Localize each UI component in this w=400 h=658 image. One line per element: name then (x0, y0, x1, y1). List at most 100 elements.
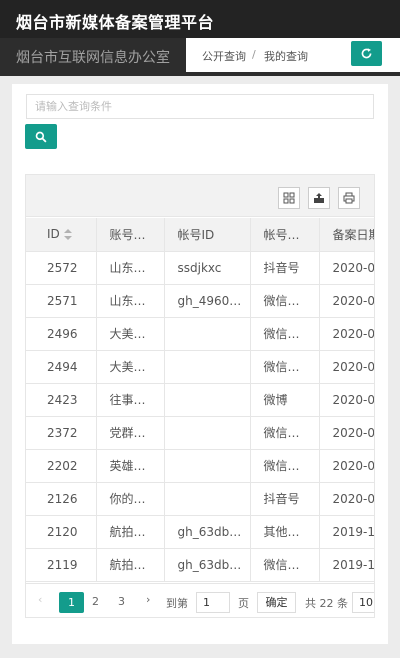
cell-record-date: 2020-01 (319, 449, 374, 483)
pagination: ‹ 1 2 3 › 到第 页 确定 共 22 条 10 条 (26, 583, 374, 617)
app-header: 烟台市新媒体备案管理平台 (0, 0, 400, 38)
refresh-icon (361, 48, 372, 59)
cell-account-name: 山东… (96, 251, 165, 285)
cell-account-name: 英雄… (96, 449, 165, 483)
cell-account-id (164, 317, 251, 351)
table-header-row: ID 账号… 帐号ID 帐号… 备案日期 (26, 218, 374, 252)
cell-id: 2126 (26, 482, 97, 516)
search-icon (35, 131, 47, 143)
column-header-account-name: 账号… (96, 218, 165, 252)
cell-id: 2496 (26, 317, 97, 351)
cell-account-id: gh_4960… (164, 284, 251, 318)
cell-record-date: 2020-07 (319, 383, 374, 417)
cell-account-type: 微信… (250, 449, 320, 483)
cell-account-type: 微博 (250, 383, 320, 417)
cell-record-date: 2020-08 (319, 284, 374, 318)
table-row[interactable]: 2571山东…gh_4960…微信…2020-08 (26, 284, 374, 318)
cell-account-id (164, 383, 251, 417)
table-toolbar (26, 175, 374, 217)
cell-account-name: 你的… (96, 482, 165, 516)
goto-label: 到第 (166, 597, 188, 610)
breadcrumb-my-query[interactable]: 我的查询 (264, 48, 308, 64)
column-header-id[interactable]: ID (26, 218, 97, 252)
page-2[interactable]: 2 (92, 595, 99, 608)
cell-id: 2423 (26, 383, 97, 417)
cell-id: 2571 (26, 284, 97, 318)
next-page-icon[interactable]: › (146, 593, 150, 606)
cell-account-id (164, 449, 251, 483)
data-table: ID 账号… 帐号ID 帐号… 备案日期 2572山东…ssdjkxc抖音号20… (25, 174, 375, 618)
cell-account-name: 大美… (96, 350, 165, 384)
print-icon (343, 192, 355, 204)
cell-id: 2202 (26, 449, 97, 483)
app-title: 烟台市新媒体备案管理平台 (16, 13, 215, 32)
table-row[interactable]: 2119航拍…gh_63db…微信…2019-12 (26, 548, 374, 582)
search-input[interactable] (26, 94, 374, 119)
page-size-select[interactable]: 10 条 (352, 592, 374, 613)
cell-record-date: 2020-01 (319, 482, 374, 516)
cell-account-type: 微信… (250, 284, 320, 318)
cell-account-name: 大美… (96, 317, 165, 351)
cell-record-date: 2020-07 (319, 317, 374, 351)
columns-filter-button[interactable] (278, 187, 300, 209)
table-row[interactable]: 2496大美… 微信…2020-07 (26, 317, 374, 351)
search-button[interactable] (25, 124, 57, 149)
cell-account-name: 党群… (96, 416, 165, 450)
cell-record-date: 2019-12 (319, 515, 374, 549)
page-3[interactable]: 3 (118, 595, 125, 608)
column-header-account-id: 帐号ID (164, 218, 251, 252)
cell-account-id (164, 350, 251, 384)
table-row[interactable]: 2423往事… 微博2020-07 (26, 383, 374, 417)
export-icon (314, 193, 324, 203)
cell-account-id: gh_63db… (164, 548, 251, 582)
cell-account-type: 微信… (250, 350, 320, 384)
total-count: 共 22 条 (305, 597, 348, 610)
cell-account-type: 微信… (250, 548, 320, 582)
sort-icon[interactable] (63, 228, 72, 241)
cell-account-type: 微信… (250, 317, 320, 351)
cell-account-type: 微信… (250, 416, 320, 450)
print-button[interactable] (338, 187, 360, 209)
table-row[interactable]: 2202英雄… 微信…2020-01 (26, 449, 374, 483)
cell-id: 2494 (26, 350, 97, 384)
goto-confirm-button[interactable]: 确定 (257, 592, 296, 613)
columns-icon (283, 192, 295, 204)
refresh-button[interactable] (351, 41, 382, 66)
column-label: ID (47, 227, 60, 242)
cell-account-name: 航拍… (96, 515, 165, 549)
cell-record-date: 2019-12 (319, 548, 374, 582)
table-row[interactable]: 2120航拍…gh_63db…其他…2019-12 (26, 515, 374, 549)
breadcrumb-public-query[interactable]: 公开查询 (202, 48, 246, 64)
export-button[interactable] (308, 187, 330, 209)
page-unit-label: 页 (238, 597, 249, 610)
column-header-record-date: 备案日期 (319, 218, 374, 252)
cell-id: 2120 (26, 515, 97, 549)
cell-account-type: 其他… (250, 515, 320, 549)
goto-page-input[interactable] (196, 592, 230, 613)
table-row[interactable]: 2126你的… 抖音号2020-01 (26, 482, 374, 516)
cell-account-id: ssdjkxc (164, 251, 251, 285)
cell-record-date: 2020-05 (319, 416, 374, 450)
prev-page-icon[interactable]: ‹ (38, 593, 42, 606)
cell-record-date: 2020-08 (319, 251, 374, 285)
cell-account-type: 抖音号 (250, 251, 320, 285)
cell-id: 2119 (26, 548, 97, 582)
table-row[interactable]: 2572山东…ssdjkxc抖音号2020-08 (26, 251, 374, 285)
cell-account-id (164, 416, 251, 450)
cell-account-name: 航拍… (96, 548, 165, 582)
table-row[interactable]: 2494大美… 微信…2020-07 (26, 350, 374, 384)
records-table: ID 账号… 帐号ID 帐号… 备案日期 2572山东…ssdjkxc抖音号20… (26, 218, 374, 582)
cell-id: 2572 (26, 251, 97, 285)
cell-record-date: 2020-07 (319, 350, 374, 384)
cell-id: 2372 (26, 416, 97, 450)
cell-account-type: 抖音号 (250, 482, 320, 516)
cell-account-id: gh_63db… (164, 515, 251, 549)
office-name: 烟台市互联网信息办公室 (16, 50, 170, 66)
table-row[interactable]: 2372党群… 微信…2020-05 (26, 416, 374, 450)
cell-account-name: 往事… (96, 383, 165, 417)
cell-account-id (164, 482, 251, 516)
cell-account-name: 山东… (96, 284, 165, 318)
column-header-account-type: 帐号… (250, 218, 320, 252)
breadcrumb-separator: / (252, 48, 256, 61)
page-current[interactable]: 1 (59, 592, 84, 613)
